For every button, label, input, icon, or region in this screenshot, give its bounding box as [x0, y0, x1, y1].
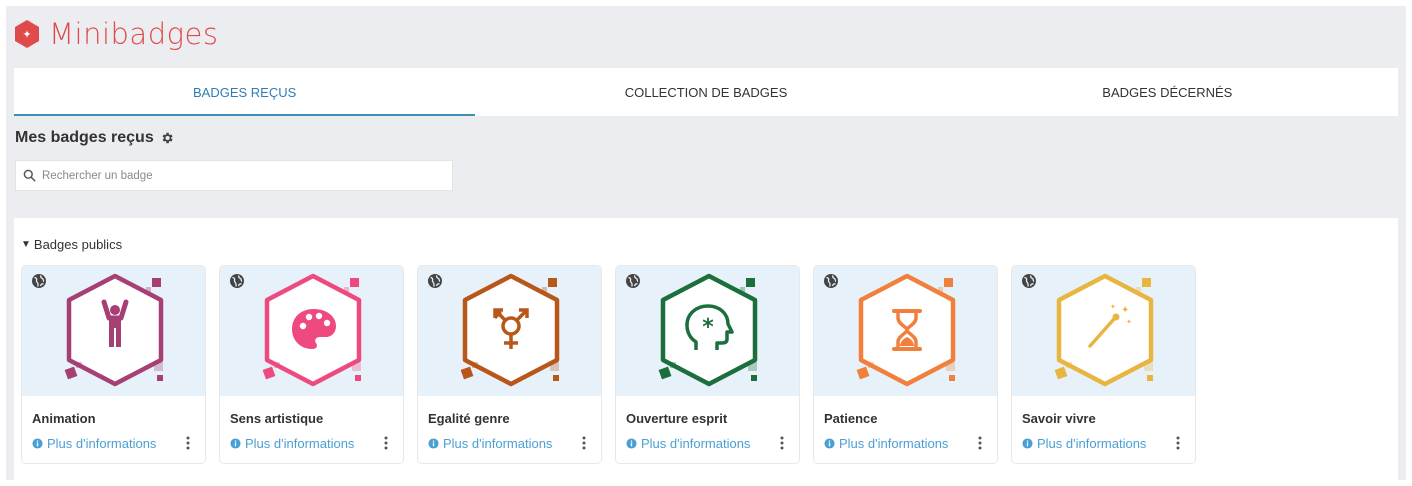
badge-name: Patience [824, 411, 878, 426]
gear-icon[interactable] [160, 131, 174, 145]
badge-image-area [22, 266, 205, 396]
app-shell: ✦ Minibadges BADGES REÇUS COLLECTION DE … [6, 6, 1406, 480]
badge-image-area [418, 266, 601, 396]
info-icon [1022, 438, 1033, 449]
search-box [15, 160, 453, 191]
globe-icon [428, 274, 442, 288]
magic-wand-icon: ✦ ✦ ✦ [1054, 273, 1154, 387]
globe-icon [824, 274, 838, 288]
kebab-menu-icon[interactable] [779, 436, 785, 450]
more-info-label: Plus d'informations [641, 436, 751, 451]
info-icon [230, 438, 241, 449]
badge-name: Sens artistique [230, 411, 324, 426]
info-icon [32, 438, 43, 449]
badge-list: Animation Plus d'informations Sens artis… [21, 265, 1209, 464]
globe-icon [626, 274, 640, 288]
tab-badges-decernes[interactable]: BADGES DÉCERNÉS [937, 68, 1398, 116]
badge-card[interactable]: * Ouverture esprit Plus d'informations [615, 265, 800, 464]
head-asterisk-icon: * [658, 273, 758, 387]
badge-card[interactable]: Animation Plus d'informations [21, 265, 206, 464]
info-icon [824, 438, 835, 449]
page-title: Mes badges reçus [15, 129, 154, 146]
caret-down-icon: ▼ [21, 239, 31, 250]
badge-card[interactable]: Sens artistique Plus d'informations [219, 265, 404, 464]
search-icon [23, 169, 36, 182]
brand-name: Minibadges [49, 17, 219, 51]
more-info-link[interactable]: Plus d'informations [230, 436, 354, 451]
badge-name: Ouverture esprit [626, 411, 728, 426]
more-info-link[interactable]: Plus d'informations [1022, 436, 1146, 451]
gender-symbol-icon [460, 273, 560, 387]
palette-icon [262, 273, 362, 387]
kebab-menu-icon[interactable] [581, 436, 587, 450]
more-info-link[interactable]: Plus d'informations [626, 436, 750, 451]
kebab-menu-icon[interactable] [1175, 436, 1181, 450]
kebab-menu-icon[interactable] [977, 436, 983, 450]
group-label: Badges publics [33, 237, 123, 252]
badge-image-area: * [616, 266, 799, 396]
badge-card[interactable]: Egalité genre Plus d'informations [417, 265, 602, 464]
badge-name: Animation [32, 411, 96, 426]
svg-text:✦: ✦ [1121, 305, 1129, 316]
svg-text:✦: ✦ [22, 28, 31, 41]
group-toggle-badges-publics[interactable]: ▼ Badges publics [21, 237, 122, 252]
badges-panel: ▼ Badges publics Animation Plus d'inform… [14, 218, 1398, 480]
more-info-label: Plus d'informations [1037, 436, 1147, 451]
globe-icon [32, 274, 46, 288]
more-info-link[interactable]: Plus d'informations [428, 436, 552, 451]
more-info-link[interactable]: Plus d'informations [32, 436, 156, 451]
kebab-menu-icon[interactable] [383, 436, 389, 450]
badge-image-area [220, 266, 403, 396]
hourglass-icon [856, 273, 956, 387]
svg-text:✦: ✦ [1126, 318, 1132, 326]
section-title: Mes badges reçus [15, 129, 174, 147]
badge-card[interactable]: ✦ ✦ ✦ Savoir vivre Plus d'informations [1011, 265, 1196, 464]
badge-image-area [814, 266, 997, 396]
more-info-label: Plus d'informations [245, 436, 355, 451]
badge-image-area: ✦ ✦ ✦ [1012, 266, 1195, 396]
kebab-menu-icon[interactable] [185, 436, 191, 450]
more-info-label: Plus d'informations [839, 436, 949, 451]
search-input[interactable] [42, 169, 432, 182]
badge-name: Savoir vivre [1022, 411, 1096, 426]
badge-card[interactable]: Patience Plus d'informations [813, 265, 998, 464]
svg-text:*: * [702, 315, 714, 340]
info-icon [428, 438, 439, 449]
person-arms-up-icon [64, 273, 164, 387]
tab-bar: BADGES REÇUS COLLECTION DE BADGES BADGES… [14, 68, 1398, 116]
hexagon-stars-icon: ✦ [15, 20, 39, 48]
brand[interactable]: ✦ Minibadges [14, 16, 218, 52]
more-info-label: Plus d'informations [47, 436, 157, 451]
globe-icon [230, 274, 244, 288]
svg-text:✦: ✦ [1110, 303, 1116, 311]
tab-badges-recus[interactable]: BADGES REÇUS [14, 68, 476, 116]
more-info-link[interactable]: Plus d'informations [824, 436, 948, 451]
tab-collection-de-badges[interactable]: COLLECTION DE BADGES [475, 68, 936, 116]
globe-icon [1022, 274, 1036, 288]
badge-name: Egalité genre [428, 411, 510, 426]
info-icon [626, 438, 637, 449]
more-info-label: Plus d'informations [443, 436, 553, 451]
